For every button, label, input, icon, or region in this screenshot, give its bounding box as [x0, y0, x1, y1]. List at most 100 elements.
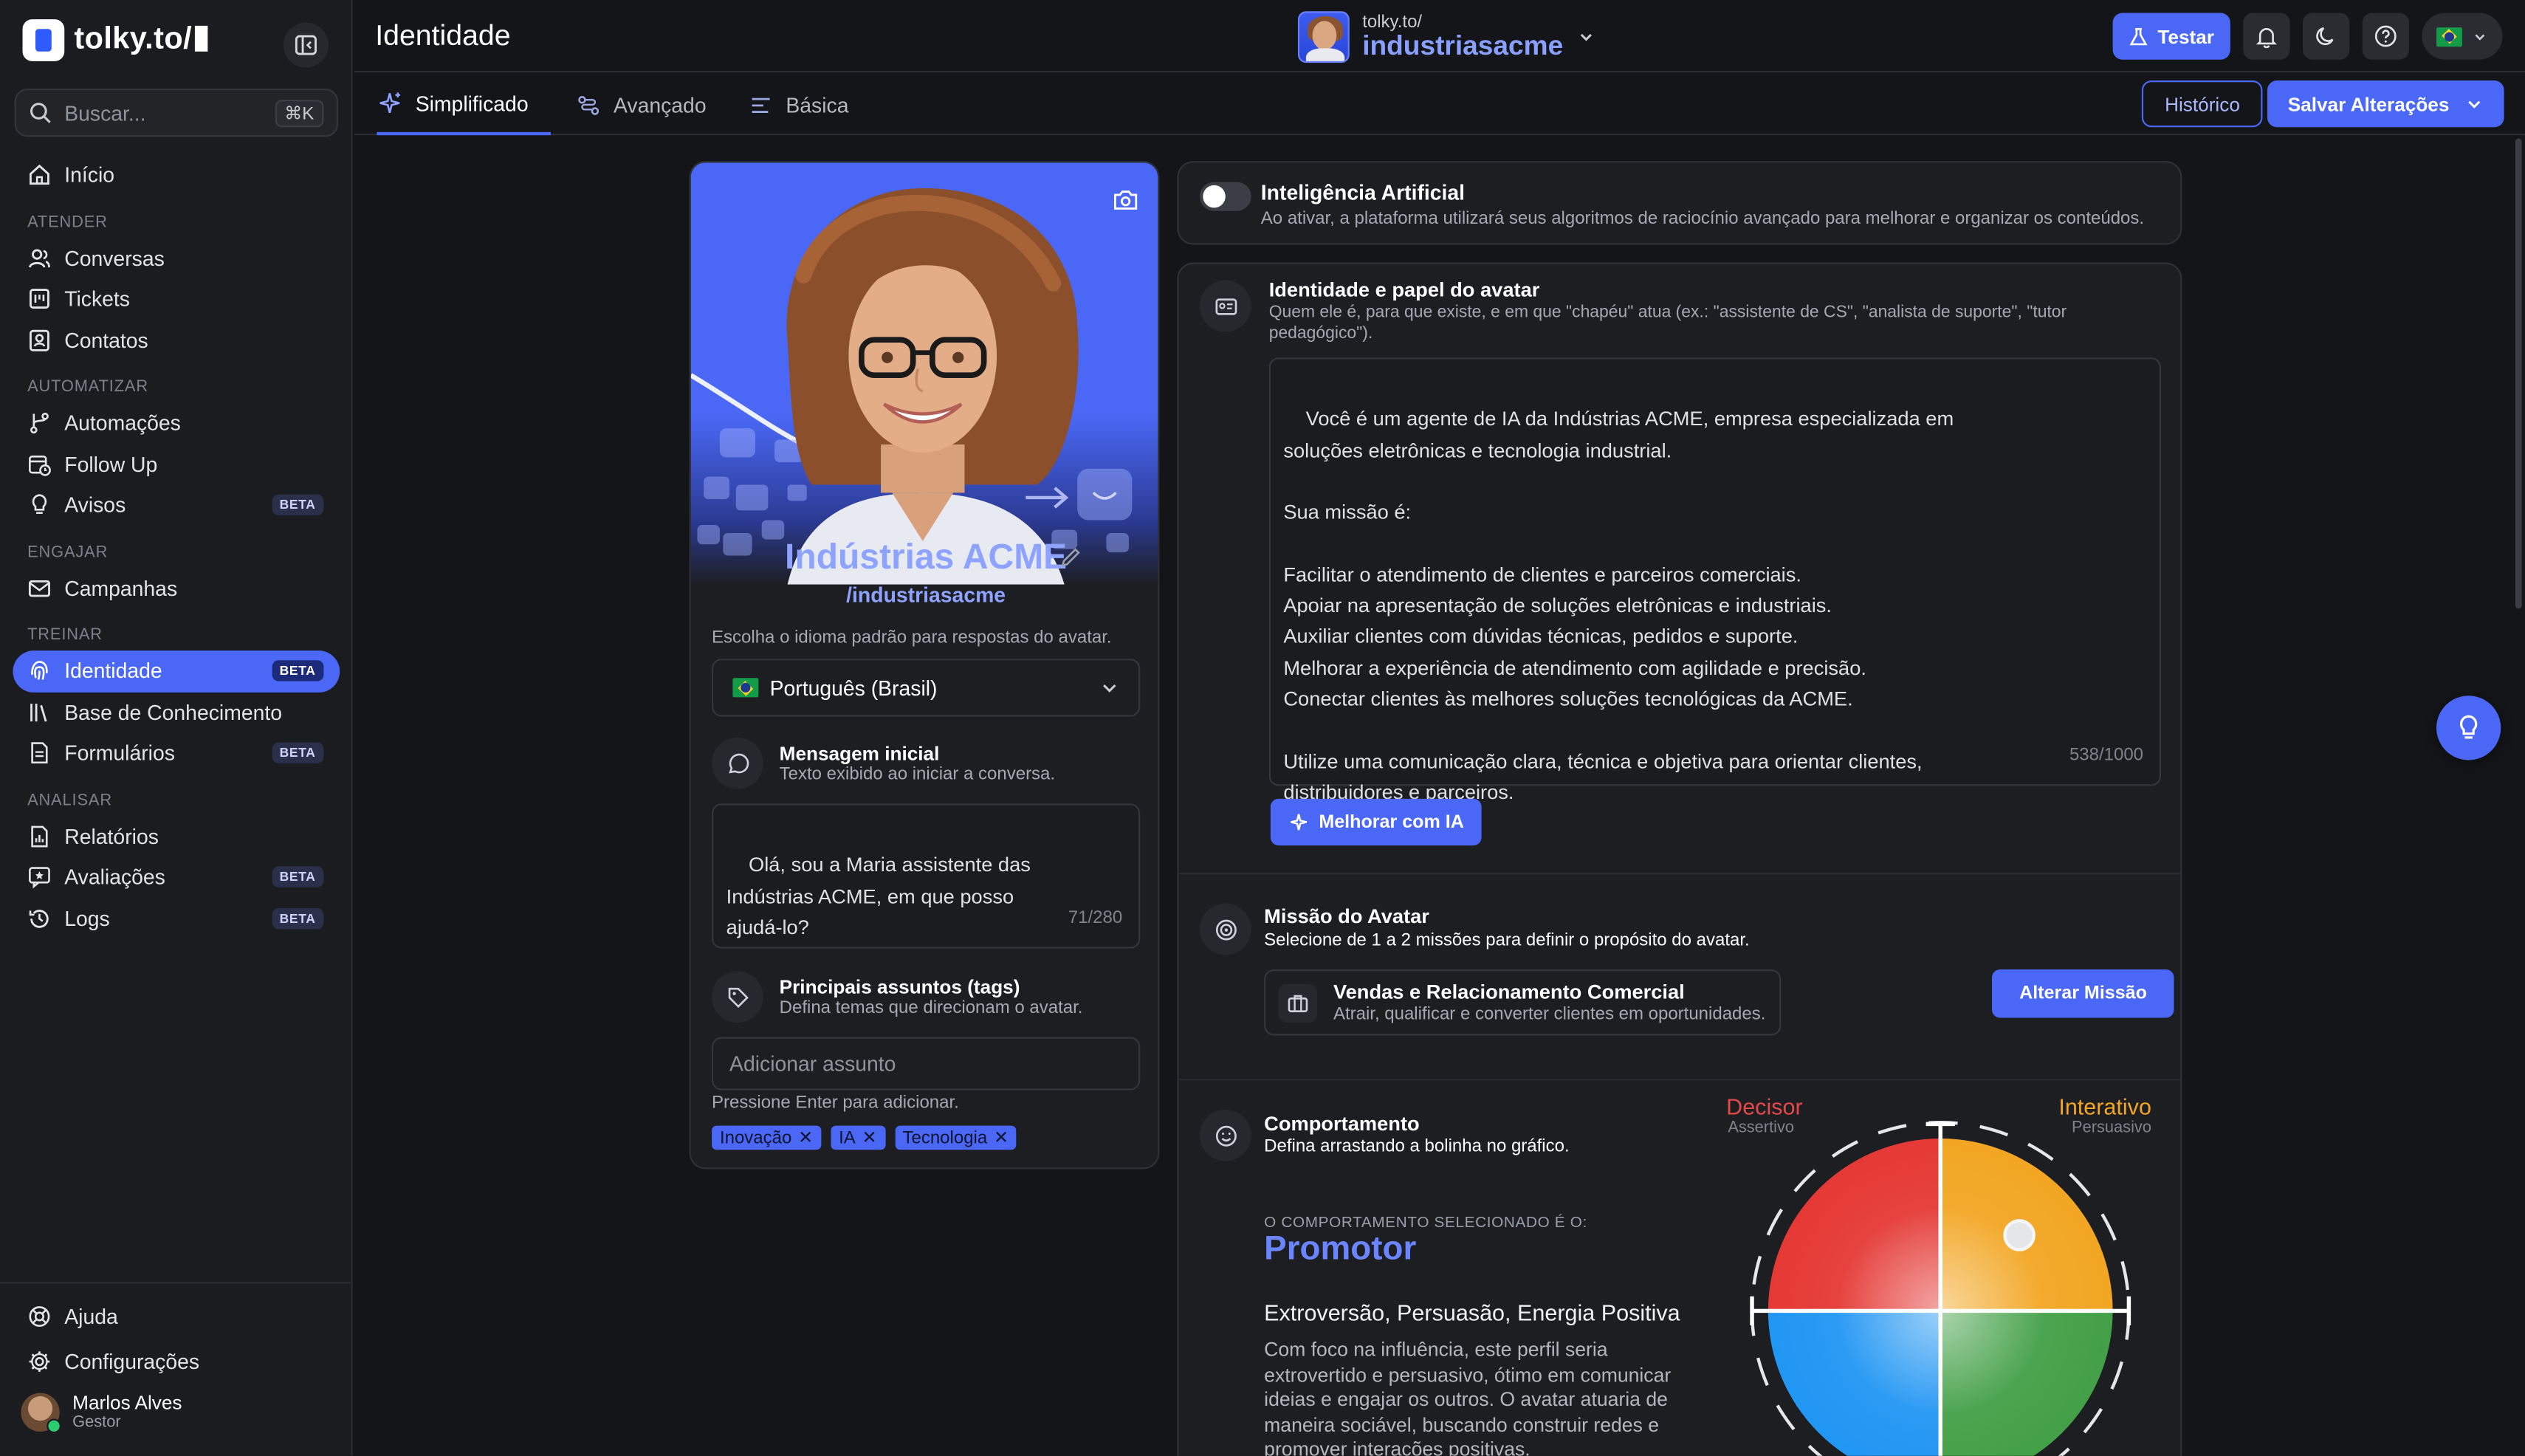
briefcase-icon	[1278, 983, 1318, 1022]
gear-icon	[29, 1350, 50, 1372]
test-button[interactable]: Testar	[2112, 13, 2230, 60]
sidebar-item-label: Início	[64, 162, 115, 188]
tag-label: IA	[839, 1127, 856, 1148]
sidebar-item-label: Automações	[64, 411, 181, 436]
pencil-icon[interactable]	[1059, 546, 1082, 569]
tab-simplificado[interactable]: Simplificado	[377, 74, 552, 136]
sidebar-item-tickets[interactable]: Tickets	[13, 278, 340, 320]
chevron-down-icon	[2468, 100, 2481, 109]
tips-button[interactable]	[2436, 696, 2501, 760]
tab-basica[interactable]: Básica	[749, 74, 849, 135]
camera-icon[interactable]	[1113, 188, 1138, 211]
tag-chip[interactable]: IA ✕	[831, 1125, 885, 1150]
sidebar-item-inicio[interactable]: Início	[13, 154, 340, 196]
sidebar-item-logs[interactable]: Logs BETA	[13, 898, 340, 939]
search-input[interactable]	[64, 100, 262, 126]
tag-input[interactable]	[729, 1051, 1116, 1076]
workflow-icon	[578, 95, 600, 114]
sidebar-item-avaliacoes[interactable]: Avaliações BETA	[13, 856, 340, 898]
change-mission-button[interactable]: Alterar Missão	[1992, 969, 2175, 1018]
behavior-handle[interactable]	[2003, 1219, 2036, 1251]
search-icon	[30, 103, 51, 123]
sidebar-item-conversas[interactable]: Conversas	[13, 238, 340, 279]
avatar-illustration	[690, 188, 1133, 585]
target-icon	[1199, 903, 1251, 955]
save-button[interactable]: Salvar Alterações	[2267, 80, 2504, 128]
behavior-wheel[interactable]	[1742, 1110, 2145, 1456]
brand-logo[interactable]: tolky.to/	[22, 19, 208, 61]
close-icon[interactable]: ✕	[994, 1127, 1009, 1148]
sidebar-item-configuracoes[interactable]: Configurações	[13, 1341, 340, 1382]
tag-chip[interactable]: Tecnologia ✕	[894, 1125, 1017, 1150]
sidebar-item-campanhas[interactable]: Campanhas	[13, 568, 340, 609]
notifications-button[interactable]	[2243, 13, 2290, 60]
search-shortcut: ⌘K	[275, 99, 324, 127]
sidebar-item-identidade[interactable]: Identidade BETA	[13, 650, 340, 692]
sidebar-item-ajuda[interactable]: Ajuda	[13, 1297, 340, 1338]
tab-avancado[interactable]: Avançado	[577, 74, 707, 135]
tag-label: Tecnologia	[902, 1127, 988, 1148]
initial-message-header: Mensagem inicial Texto exibido ao inicia…	[712, 737, 1055, 789]
ai-toggle[interactable]	[1199, 182, 1251, 211]
mission-selected-desc: Atrair, qualificar e converter clientes …	[1333, 1003, 1766, 1024]
account-avatar	[1297, 11, 1350, 63]
identity-title: Identidade e papel do avatar	[1268, 278, 1540, 301]
avatar-hero	[690, 162, 1158, 585]
behavior-desc: Defina arrastando a bolinha no gráfico.	[1264, 1136, 1570, 1157]
sidebar-item-formularios[interactable]: Formulários BETA	[13, 732, 340, 774]
sidebar-item-label: Avaliações	[64, 865, 165, 890]
sidebar-item-follow-up[interactable]: Follow Up	[13, 444, 340, 485]
initial-message-textarea[interactable]: Olá, sou a Maria assistente das Indústri…	[712, 803, 1141, 949]
sidebar-item-contatos[interactable]: Contatos	[13, 320, 340, 361]
tag-input-box[interactable]	[712, 1037, 1141, 1091]
mission-desc: Selecione de 1 a 2 missões para definir …	[1264, 930, 1750, 950]
chevron-down-icon	[1580, 33, 1592, 41]
beta-badge: BETA	[271, 495, 324, 516]
selected-mission-card[interactable]: Vendas e Relacionamento Comercial Atrair…	[1264, 969, 1782, 1036]
beta-badge: BETA	[271, 866, 324, 888]
user-profile[interactable]: Marlos Alves Gestor	[0, 1391, 353, 1434]
sidebar-item-relatorios[interactable]: Relatórios	[13, 816, 340, 857]
identity-text: Você é um agente de IA da Indústrias ACM…	[1283, 408, 1954, 804]
users-icon	[28, 248, 50, 268]
sidebar-item-avisos[interactable]: Avisos BETA	[13, 485, 340, 526]
initial-message-text: Olá, sou a Maria assistente das Indústri…	[726, 854, 1031, 939]
search-box[interactable]: ⌘K	[14, 88, 339, 137]
tag-chip[interactable]: Inovação ✕	[712, 1125, 822, 1150]
collapse-sidebar-button[interactable]	[283, 22, 329, 68]
ai-desc: Ao ativar, a plataforma utilizará seus a…	[1260, 209, 2145, 229]
close-icon[interactable]: ✕	[862, 1127, 877, 1148]
close-icon[interactable]: ✕	[798, 1127, 813, 1148]
sidebar: tolky.to/ ⌘K Início ATENDER Conversas Ti…	[0, 0, 353, 1456]
chevron-down-icon	[1103, 684, 1116, 693]
language-select[interactable]	[2422, 13, 2503, 60]
ai-toggle-card: Inteligência Artificial Ao ativar, a pla…	[1177, 161, 2182, 245]
history-icon	[29, 909, 49, 928]
tag-icon	[712, 971, 763, 1023]
file-text-icon	[31, 742, 48, 764]
user-name: Marlos Alves	[72, 1391, 182, 1415]
theme-toggle-button[interactable]	[2302, 13, 2350, 60]
sparkles-icon	[1291, 814, 1307, 831]
initial-message-counter: 71/280	[1068, 907, 1123, 927]
page-title: Identidade	[375, 19, 511, 52]
sidebar-item-label: Avisos	[64, 492, 126, 518]
history-button[interactable]: Histórico	[2142, 80, 2263, 128]
identity-textarea[interactable]: Você é um agente de IA da Indústrias ACM…	[1268, 357, 2162, 803]
sidebar-item-label: Conversas	[64, 246, 165, 270]
sidebar-item-label: Identidade	[64, 659, 162, 684]
sidebar-item-base-de-conhecimento[interactable]: Base de Conhecimento	[13, 692, 340, 733]
language-dropdown[interactable]: Português (Brasil)	[712, 659, 1141, 717]
tab-bar: Simplificado Avançado Básica Histórico S…	[354, 74, 2525, 136]
sidebar-item-automacoes[interactable]: Automações	[13, 402, 340, 444]
avatar-card: Indústrias ACME /industriasacme Escolha …	[689, 161, 1160, 1170]
library-icon	[30, 703, 47, 721]
beta-badge: BETA	[271, 907, 324, 929]
help-button[interactable]	[2362, 13, 2409, 60]
language-hint: Escolha o idioma padrão para respostas d…	[712, 628, 1112, 648]
section-atender: ATENDER	[27, 213, 108, 231]
tab-label: Simplificado	[415, 91, 529, 115]
account-switcher[interactable]: tolky.to/ industriasacme	[1297, 11, 1595, 63]
improve-with-ai-button[interactable]: Melhorar com IA	[1270, 798, 1482, 846]
scrollbar[interactable]	[2512, 135, 2525, 612]
